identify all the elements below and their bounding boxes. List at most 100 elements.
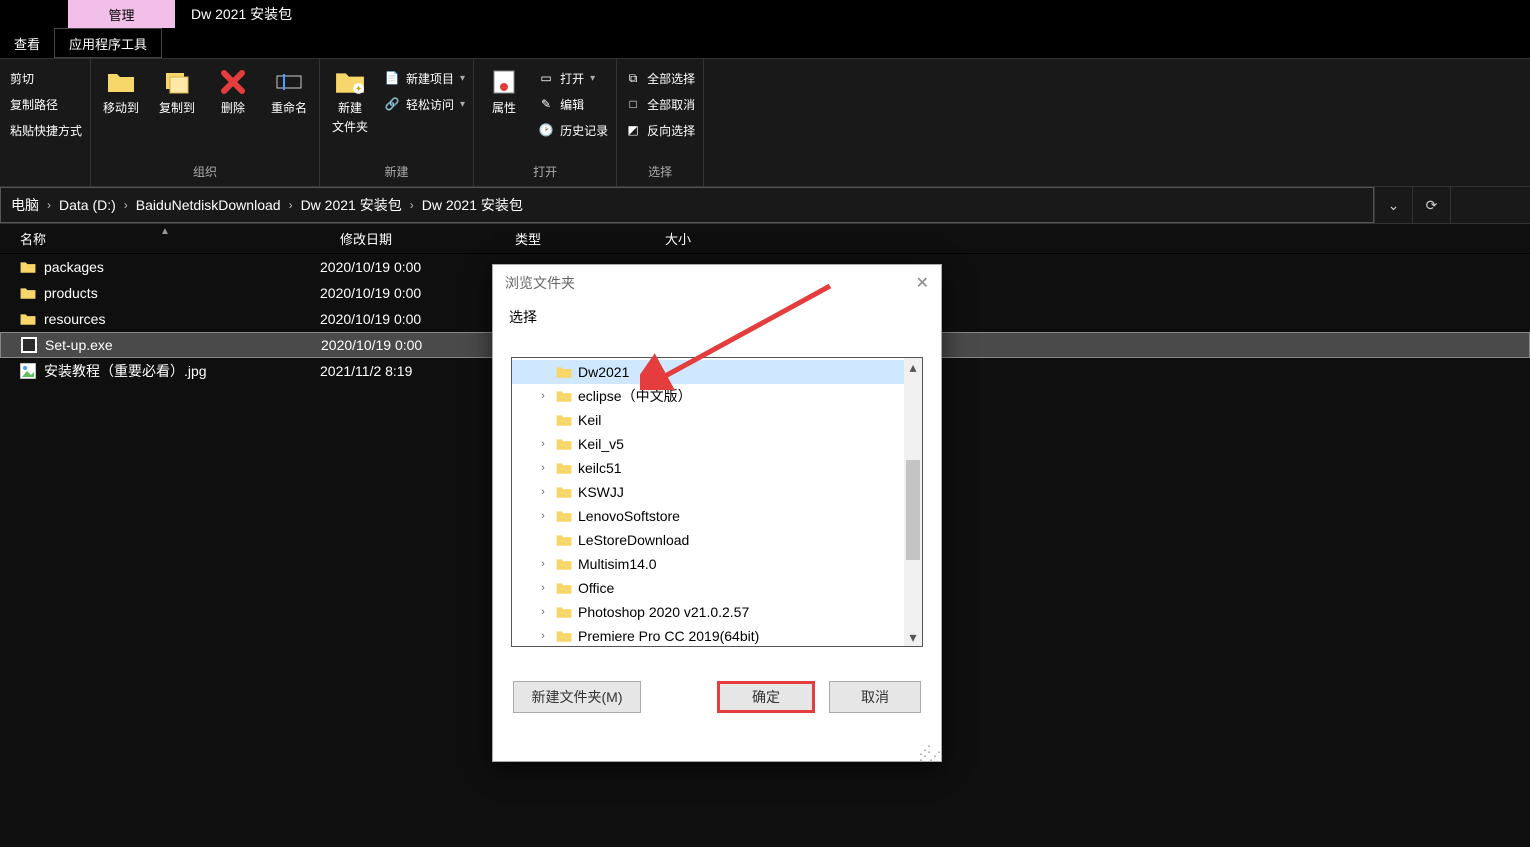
new-folder-button[interactable]: ✦ 新建 文件夹 <box>324 63 376 135</box>
tab-app-tools[interactable]: 应用程序工具 <box>54 28 162 58</box>
folder-icon <box>20 259 36 275</box>
tree-scrollbar[interactable]: ▴ ▾ <box>904 358 922 646</box>
tree-item[interactable]: ›Photoshop 2020 v21.0.2.57 <box>512 600 904 624</box>
open-button[interactable]: ▭打开▾ <box>534 67 612 89</box>
tree-item-label: Keil_v5 <box>578 436 624 452</box>
file-name: packages <box>44 259 104 275</box>
tree-item[interactable]: Dw2021 <box>512 360 904 384</box>
tree-item[interactable]: › keilc51 <box>512 456 904 480</box>
expand-icon[interactable]: › <box>536 582 550 594</box>
browse-folder-dialog: 浏览文件夹 ✕ 选择 Dw2021›eclipse（中文版）Keil›Keil_… <box>492 264 942 762</box>
expand-icon[interactable]: › <box>536 462 550 474</box>
tree-item[interactable]: ›eclipse（中文版） <box>512 384 904 408</box>
breadcrumb[interactable]: 电脑› Data (D:)› BaiduNetdiskDownload› Dw … <box>0 187 1374 223</box>
refresh-button[interactable]: ⟳ <box>1412 186 1450 224</box>
file-date: 2020/10/19 0:00 <box>320 259 495 275</box>
select-all-button[interactable]: ⧉全部选择 <box>621 67 699 89</box>
rename-button[interactable]: 重命名 <box>263 63 315 116</box>
sort-asc-icon: ▲ <box>160 226 170 237</box>
folder-icon <box>556 461 572 475</box>
ok-button[interactable]: 确定 <box>717 681 815 713</box>
expand-icon[interactable]: › <box>536 438 550 450</box>
tree-item[interactable]: ›LenovoSoftstore <box>512 504 904 528</box>
breadcrumb-item[interactable]: Dw 2021 安装包 <box>418 195 527 215</box>
folder-icon <box>556 485 572 499</box>
history-button[interactable]: 🕑历史记录 <box>534 119 612 141</box>
expand-icon[interactable]: › <box>536 486 550 498</box>
chevron-down-icon: ⌄ <box>1388 197 1400 214</box>
scroll-down-icon[interactable]: ▾ <box>904 628 922 646</box>
expand-icon[interactable]: › <box>536 510 550 522</box>
tree-item[interactable]: ›KSWJJ <box>512 480 904 504</box>
properties-button[interactable]: 属性 <box>478 63 530 116</box>
column-date[interactable]: 修改日期 <box>320 224 495 253</box>
breadcrumb-item[interactable]: BaiduNetdiskDownload <box>132 197 285 213</box>
chevron-right-icon: › <box>47 198 51 212</box>
tab-view[interactable]: 查看 <box>0 28 54 58</box>
file-name: Set-up.exe <box>45 337 113 353</box>
folder-icon <box>556 509 572 523</box>
folder-icon <box>556 437 572 451</box>
tab-manage-context[interactable]: 管理 <box>68 0 175 28</box>
exe-icon <box>21 337 37 353</box>
image-icon <box>20 363 36 379</box>
file-list-area: 名称 ▲ 修改日期 类型 大小 packages2020/10/19 0:00p… <box>0 224 1530 847</box>
column-size[interactable]: 大小 <box>645 224 765 253</box>
breadcrumb-item[interactable]: Data (D:) <box>55 197 120 213</box>
easy-access-icon: 🔗 <box>384 96 400 112</box>
file-name: resources <box>44 311 105 327</box>
easy-access-button[interactable]: 🔗轻松访问▾ <box>380 93 469 115</box>
tree-item[interactable]: ›Multisim14.0 <box>512 552 904 576</box>
select-none-button[interactable]: □全部取消 <box>621 93 699 115</box>
ribbon: 剪切 复制路径 粘贴快捷方式 移动到 复制到 删除 重命名 <box>0 58 1530 186</box>
new-item-button[interactable]: 📄新建项目▾ <box>380 67 469 89</box>
file-date: 2020/10/19 0:00 <box>320 285 495 301</box>
x-icon <box>218 67 248 97</box>
expand-icon[interactable]: › <box>536 558 550 570</box>
column-type[interactable]: 类型 <box>495 224 645 253</box>
chevron-right-icon: › <box>289 198 293 212</box>
address-dropdown[interactable]: ⌄ <box>1374 186 1412 224</box>
folder-tree[interactable]: Dw2021›eclipse（中文版）Keil›Keil_v5›keilc51›… <box>512 358 904 646</box>
copy-path-button[interactable]: 复制路径 <box>6 93 86 115</box>
expand-icon[interactable]: › <box>536 390 550 402</box>
close-icon[interactable]: ✕ <box>916 273 929 293</box>
breadcrumb-item[interactable]: Dw 2021 安装包 <box>297 195 406 215</box>
delete-button[interactable]: 删除 <box>207 63 259 116</box>
title-strip: 管理 Dw 2021 安装包 <box>0 0 1530 28</box>
column-name[interactable]: 名称 ▲ <box>0 224 320 253</box>
resize-grip-icon[interactable]: ⋰⋰⋰ <box>919 747 939 759</box>
open-icon: ▭ <box>538 70 554 86</box>
folder-icon <box>556 533 572 547</box>
tree-item[interactable]: › Keil_v5 <box>512 432 904 456</box>
tree-item[interactable]: ›Office <box>512 576 904 600</box>
tree-item-label: Dw2021 <box>578 364 629 380</box>
new-folder-icon: ✦ <box>335 67 365 97</box>
expand-icon[interactable]: › <box>536 606 550 618</box>
breadcrumb-item[interactable]: 电脑 <box>7 195 43 215</box>
invert-selection-button[interactable]: ◩反向选择 <box>621 119 699 141</box>
tree-item-label: LeStoreDownload <box>578 532 689 548</box>
tree-item[interactable]: LeStoreDownload <box>512 528 904 552</box>
tree-item[interactable]: ›Premiere Pro CC 2019(64bit) <box>512 624 904 646</box>
edit-button[interactable]: ✎编辑 <box>534 93 612 115</box>
address-bar: 电脑› Data (D:)› BaiduNetdiskDownload› Dw … <box>0 186 1530 224</box>
cancel-button[interactable]: 取消 <box>829 681 921 713</box>
edit-icon: ✎ <box>538 96 554 112</box>
tree-item-label: keilc51 <box>578 460 622 476</box>
new-item-icon: 📄 <box>384 70 400 86</box>
history-icon: 🕑 <box>538 122 554 138</box>
expand-icon[interactable]: › <box>536 630 550 642</box>
tree-item-label: Keil <box>578 412 601 428</box>
refresh-icon: ⟳ <box>1426 197 1438 214</box>
move-to-button[interactable]: 移动到 <box>95 63 147 116</box>
paste-shortcut-button[interactable]: 粘贴快捷方式 <box>6 119 86 141</box>
new-folder-button[interactable]: 新建文件夹(M) <box>513 681 641 713</box>
tree-item[interactable]: Keil <box>512 408 904 432</box>
scroll-thumb[interactable] <box>906 460 920 560</box>
scroll-up-icon[interactable]: ▴ <box>904 358 922 376</box>
folder-icon <box>556 605 572 619</box>
copy-to-button[interactable]: 复制到 <box>151 63 203 116</box>
cut-button[interactable]: 剪切 <box>6 67 86 89</box>
group-label-organize: 组织 <box>193 161 217 184</box>
